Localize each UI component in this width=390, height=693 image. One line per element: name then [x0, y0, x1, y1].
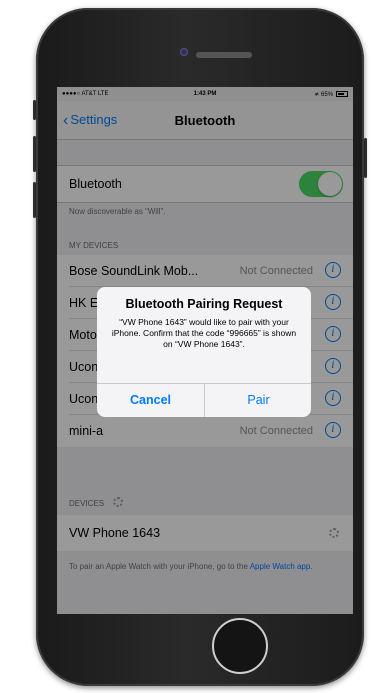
phone-screen: ●●●●○ AT&T LTE 1:43 PM ≭ 65% ‹ Settings B… [57, 87, 353, 614]
alert-title: Bluetooth Pairing Request [125, 297, 283, 311]
earpiece-speaker [196, 52, 252, 58]
pairing-request-alert: Bluetooth Pairing Request “VW Phone 1643… [97, 287, 311, 417]
mute-switch [33, 100, 36, 120]
cancel-button[interactable]: Cancel [97, 384, 204, 417]
pair-button[interactable]: Pair [205, 384, 311, 417]
alert-message: “VW Phone 1643” would like to pair with … [111, 317, 297, 349]
front-camera [180, 48, 188, 56]
volume-up-button [33, 136, 36, 172]
home-button[interactable] [212, 618, 268, 674]
volume-down-button [33, 182, 36, 218]
power-button [364, 138, 367, 178]
